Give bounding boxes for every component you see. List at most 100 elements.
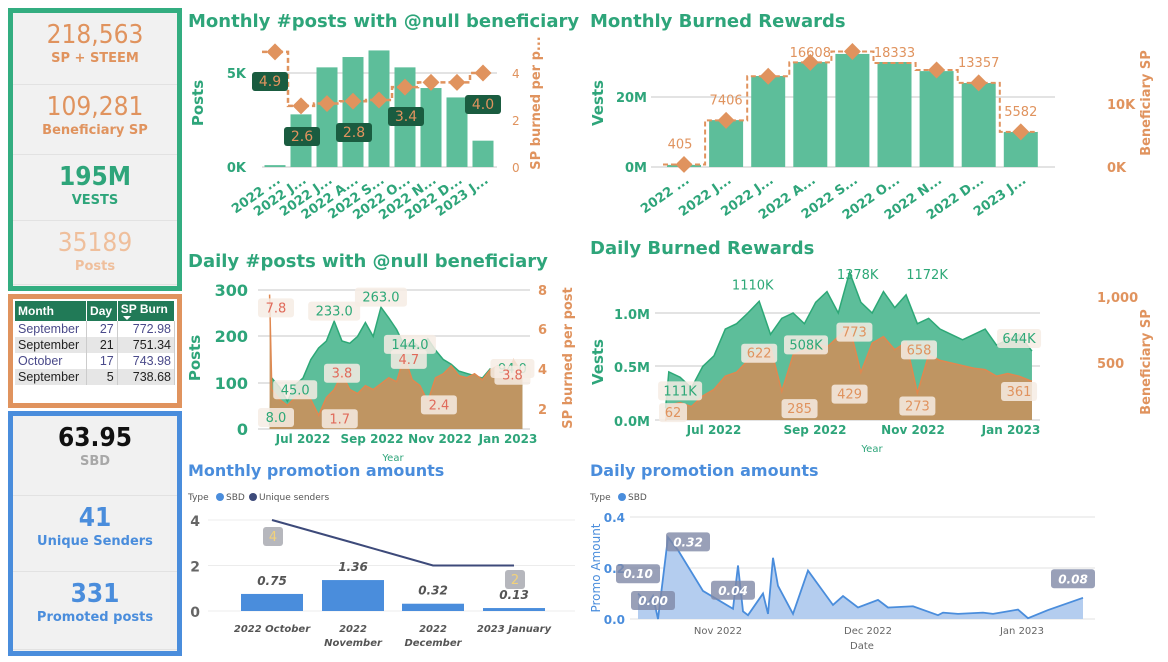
- data-label: 644K: [1002, 332, 1036, 347]
- y-tick-label: 100: [215, 374, 248, 393]
- legend-marker-sbd: [216, 493, 224, 501]
- bar: [264, 165, 286, 167]
- data-label: 3.8: [502, 369, 523, 384]
- bar: [241, 593, 303, 611]
- data-label: 0.75: [257, 574, 287, 588]
- data-label: 0.00: [638, 594, 668, 608]
- data-label: 4.9: [259, 74, 281, 90]
- y-tick-label: 300: [215, 281, 248, 300]
- data-label: 0.32: [673, 535, 703, 549]
- data-label: 1.36: [338, 560, 368, 574]
- y2-tick-label: 4: [538, 363, 547, 378]
- legend-marker-unique-senders: [249, 493, 257, 501]
- y-axis-label: Posts: [189, 80, 207, 126]
- bar: [368, 50, 390, 167]
- x-tick-label: 2023 January: [477, 624, 552, 635]
- y2-tick-label: 0K: [1107, 161, 1127, 176]
- unique-senders-line: [271, 519, 514, 567]
- y2-axis-label: Beneficiary SP: [1139, 309, 1154, 415]
- y-tick-label: 0: [237, 420, 248, 439]
- data-label: 0.04: [718, 584, 748, 598]
- data-label: 8.0: [266, 411, 287, 426]
- line-marker: [675, 155, 693, 173]
- line-marker: [474, 64, 492, 82]
- data-label: 361: [1007, 385, 1032, 400]
- data-label: 4: [269, 530, 277, 545]
- chart-title: Monthly promotion amounts: [188, 461, 444, 480]
- data-label: 0.08: [1058, 572, 1088, 586]
- data-label: 4.0: [472, 97, 494, 113]
- y-tick-label: 0.5M: [614, 361, 650, 376]
- chart-title: Monthly Burned Rewards: [590, 11, 846, 32]
- chart-title: Daily promotion amounts: [590, 461, 819, 480]
- y-tick-label: 200: [215, 327, 248, 346]
- data-label: 16608: [790, 46, 831, 61]
- legend-label: SBD: [226, 493, 245, 503]
- x-tick-label: 2022: [419, 624, 447, 635]
- legend-marker-sbd: [618, 493, 626, 501]
- y-tick-label: 2: [190, 560, 200, 576]
- data-label: 5582: [1004, 105, 1037, 120]
- data-label: 0.10: [623, 567, 653, 581]
- data-label: 233.0: [316, 305, 353, 320]
- data-label: 3.8: [332, 367, 353, 382]
- line-marker: [448, 73, 466, 91]
- data-label: 285: [787, 402, 812, 417]
- data-label: 273: [905, 400, 930, 415]
- bar: [402, 603, 464, 611]
- y-axis-label: Vests: [589, 339, 607, 385]
- legend-label: Unique senders: [259, 493, 329, 503]
- data-label: 2.4: [429, 398, 450, 413]
- chart-title: Monthly #posts with @null beneficiary: [188, 11, 579, 32]
- bar: [835, 53, 870, 168]
- data-label: 2.8: [343, 125, 365, 141]
- data-label: 7406: [710, 93, 743, 108]
- bar: [483, 608, 545, 611]
- y-axis-label: Vests: [589, 80, 607, 126]
- bar: [420, 88, 442, 167]
- x-tick-label: 2022 October: [234, 624, 311, 635]
- bar: [877, 62, 912, 167]
- x-tick-label: Jan 2023: [999, 626, 1044, 637]
- y-tick-label: 0.0M: [614, 415, 650, 430]
- bar: [472, 140, 494, 167]
- y-tick-label: 0.0: [604, 613, 625, 627]
- bar: [751, 76, 786, 167]
- data-label: 0.13: [499, 588, 529, 602]
- bar: [446, 97, 468, 167]
- data-label: 1172K: [906, 268, 948, 283]
- data-label: 2.6: [291, 129, 313, 145]
- y-tick-label: 4: [190, 514, 200, 530]
- data-label: 622: [747, 347, 772, 362]
- data-label: 18333: [874, 46, 915, 61]
- bar: [316, 67, 338, 167]
- bar: [961, 83, 996, 167]
- y-tick-label: 0: [190, 605, 200, 621]
- bar: [342, 57, 364, 167]
- y-tick-label: 0K: [227, 161, 247, 176]
- x-tick-label: Nov 2022: [881, 423, 945, 437]
- y2-axis-label: Beneficiary SP: [1139, 50, 1154, 156]
- y2-tick-label: 4: [512, 67, 520, 81]
- data-label: 773: [842, 326, 867, 341]
- chart-title: Daily #posts with @null beneficiary: [188, 251, 548, 272]
- y-tick-label: 5K: [227, 67, 247, 82]
- y-tick-label: 0M: [625, 161, 647, 176]
- y2-axis-label: SP burned per post: [561, 287, 576, 429]
- x-tick-label: Jul 2022: [275, 432, 331, 446]
- x-tick-label: Jan 2023: [981, 423, 1041, 437]
- x-axis-label: Year: [860, 444, 883, 455]
- bar: [919, 71, 954, 167]
- y2-tick-label: 10K: [1107, 98, 1136, 113]
- data-label: 429: [837, 388, 862, 403]
- x-tick-label: December: [404, 638, 462, 649]
- y2-tick-label: 6: [538, 323, 547, 338]
- x-tick-label: Jul 2022: [686, 423, 742, 437]
- y2-tick-label: 2: [538, 403, 547, 418]
- data-label: 2: [511, 573, 519, 588]
- y2-axis-label: SP burned per p...: [529, 36, 544, 169]
- data-label: 1378K: [837, 268, 879, 283]
- y-axis-label: Posts: [186, 335, 204, 381]
- data-label: 1.7: [329, 412, 350, 427]
- bar: [793, 62, 828, 167]
